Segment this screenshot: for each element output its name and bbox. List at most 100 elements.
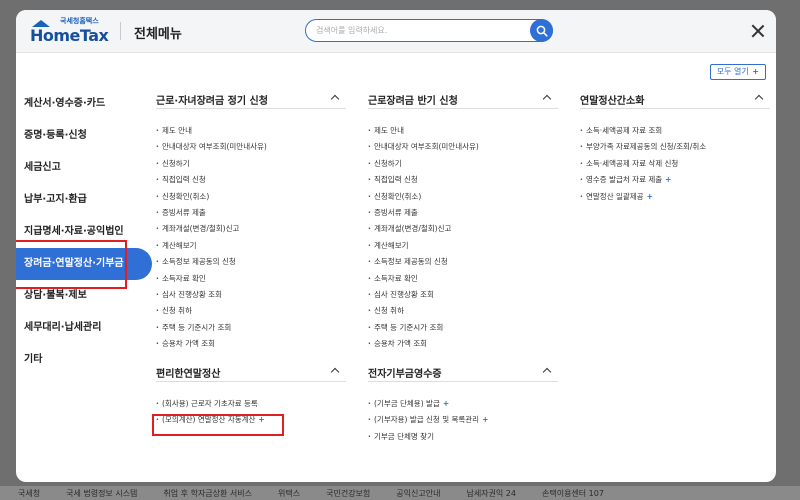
menu-link-label: (모의계산) 연말정산 자동계산 xyxy=(162,415,256,425)
menu-link[interactable]: 제도 안내 xyxy=(368,123,558,140)
footer-item: 취업 후 학자금상환 서비스 xyxy=(163,488,253,498)
plus-icon: + xyxy=(665,175,672,185)
plus-icon: + xyxy=(482,415,489,425)
menu-link[interactable]: (회사용) 근로자 기초자료 등록 xyxy=(156,396,346,413)
footer-item: 국세청 xyxy=(18,488,41,498)
menu-link-label: 영수증 발급처 자료 제출 xyxy=(586,175,663,185)
plus-icon: + xyxy=(646,191,653,201)
menu-link[interactable]: 소득자료 확인 xyxy=(368,271,558,288)
menu-link[interactable]: 부양가족 자료제공동의 신청/조회/취소 xyxy=(580,139,770,156)
header-divider xyxy=(120,22,121,40)
menu-link[interactable]: 직접입력 신청 xyxy=(368,172,558,189)
chevron-up-icon[interactable] xyxy=(542,367,552,377)
page-title: 전체메뉴 xyxy=(134,27,182,42)
menu-link[interactable]: 소득자료 확인 xyxy=(156,271,346,288)
menu-link[interactable]: 증빙서류 제출 xyxy=(156,205,346,222)
menu-link-label: 소득·세액공제 자료 삭제 신청 xyxy=(586,158,679,168)
menu-link[interactable]: 주택 등 기준시가 조회 xyxy=(156,320,346,337)
menu-link-label: 부양가족 자료제공동의 신청/조회/취소 xyxy=(586,142,707,152)
menu-link[interactable]: 승용차 가액 조회 xyxy=(156,336,346,353)
section-easy-yearend: 편리한연말정산 (회사용) 근로자 기초자료 등록 (모의계산) 연말정산 자동… xyxy=(156,363,346,429)
plus-icon: + xyxy=(752,67,759,76)
menu-link[interactable]: 신청확인(취소) xyxy=(368,189,558,206)
menu-link[interactable]: 소득정보 제공동의 신청 xyxy=(368,254,558,271)
section-header[interactable]: 근로장려금 반기 신청 xyxy=(368,90,558,109)
sidebar-item-invoice[interactable]: 계산서·영수증·카드 xyxy=(16,88,146,120)
close-button[interactable] xyxy=(748,21,768,41)
section-title: 근로·자녀장려금 정기 신청 xyxy=(156,96,268,107)
footer-item: 위택스 xyxy=(278,488,301,498)
chevron-up-icon[interactable] xyxy=(330,94,340,104)
menu-link[interactable]: 안내대상자 여부조회(미안내사유) xyxy=(368,139,558,156)
menu-link[interactable]: 신청확인(취소) xyxy=(156,189,346,206)
open-all-button[interactable]: 모두 열기 + xyxy=(709,64,766,80)
full-menu-modal: 국세청홈택스 HomeTax 전체메뉴 모두 열기 + 계산서·영수증·카드 증… xyxy=(16,10,776,482)
menu-link[interactable]: 안내대상자 여부조회(미안내사유) xyxy=(156,139,346,156)
menu-link[interactable]: 계좌개설(변경/철회)신고 xyxy=(156,221,346,238)
menu-link[interactable]: 소득정보 제공동의 신청 xyxy=(156,254,346,271)
logo-text: HomeTax xyxy=(30,26,109,45)
menu-link-label: (기부자용) 발급 신청 및 목록관리 xyxy=(374,415,480,425)
menu-link[interactable]: 직접입력 신청 xyxy=(156,172,346,189)
section-header[interactable]: 전자기부금영수증 xyxy=(368,363,558,382)
chevron-up-icon[interactable] xyxy=(330,367,340,377)
section-yearend-simplified: 연말정산간소화 소득·세액공제 자료 조회 부양가족 자료제공동의 신청/조회/… xyxy=(580,90,770,205)
menu-link-label: (회사용) 근로자 기초자료 등록 xyxy=(162,399,258,408)
chevron-up-icon[interactable] xyxy=(754,94,764,104)
search-button[interactable] xyxy=(530,19,553,42)
background-footer-bar: 국세청 국세 법령정보 시스템 취업 후 학자금상환 서비스 위택스 국민건강보… xyxy=(0,486,800,500)
menu-link[interactable]: 심사 진행상황 조회 xyxy=(156,287,346,304)
menu-link[interactable]: (기부금 단체용) 발급+ xyxy=(368,396,558,413)
menu-link[interactable]: 영수증 발급처 자료 제출+ xyxy=(580,172,770,189)
menu-link-label: (기부금 단체용) 발급 xyxy=(374,399,440,408)
menu-link[interactable]: (기부자용) 발급 신청 및 목록관리+ xyxy=(368,412,558,429)
menu-link[interactable]: 계산해보기 xyxy=(156,238,346,255)
menu-link[interactable]: 신청 취하 xyxy=(368,303,558,320)
footer-item: 손택이용센터 107 xyxy=(541,488,604,498)
open-all-label: 모두 열기 xyxy=(716,67,749,76)
section-title: 연말정산간소화 xyxy=(580,96,645,107)
chevron-up-icon[interactable] xyxy=(542,94,552,104)
section-e-donation-receipt: 전자기부금영수증 (기부금 단체용) 발급+ (기부자용) 발급 신청 및 목록… xyxy=(368,363,558,446)
sidebar-item-tax-agent[interactable]: 세무대리·납세관리 xyxy=(16,312,146,344)
sidebar-item-payment[interactable]: 납부·고지·환급 xyxy=(16,184,146,216)
menu-link[interactable]: 기부금 단체명 찾기 xyxy=(368,429,558,446)
menu-link[interactable]: 계좌개설(변경/철회)신고 xyxy=(368,221,558,238)
menu-link[interactable]: 연말정산 일괄제공+ xyxy=(580,189,770,206)
section-header[interactable]: 연말정산간소화 xyxy=(580,90,770,109)
menu-link[interactable]: 신청하기 xyxy=(368,156,558,173)
search-box xyxy=(305,19,553,42)
section-title: 편리한연말정산 xyxy=(156,369,221,380)
menu-link[interactable]: 계산해보기 xyxy=(368,238,558,255)
menu-link[interactable]: 신청 취하 xyxy=(156,303,346,320)
sidebar: 계산서·영수증·카드 증명·등록·신청 세금신고 납부·고지·환급 지급명세·자… xyxy=(16,88,152,376)
hometax-logo[interactable]: 국세청홈택스 HomeTax xyxy=(30,17,112,45)
section-header[interactable]: 편리한연말정산 xyxy=(156,363,346,382)
menu-link-label: 기부금 단체명 찾기 xyxy=(374,431,434,441)
menu-link-label: 소득·세액공제 자료 조회 xyxy=(586,126,663,135)
search-input[interactable] xyxy=(316,23,516,38)
section-header[interactable]: 근로·자녀장려금 정기 신청 xyxy=(156,90,346,109)
menu-link[interactable]: 승용차 가액 조회 xyxy=(368,336,558,353)
sidebar-item-payment-statement[interactable]: 지급명세·자료·공익법인 xyxy=(16,216,146,248)
sidebar-item-incentive-yearend[interactable]: 장려금·연말정산·기부금 xyxy=(16,240,152,289)
sidebar-item-certificate[interactable]: 증명·등록·신청 xyxy=(16,120,146,152)
menu-link[interactable]: 제도 안내 xyxy=(156,123,346,140)
sidebar-item-consult[interactable]: 상담·불복·제보 xyxy=(16,280,146,312)
menu-link[interactable]: (모의계산) 연말정산 자동계산+ xyxy=(156,412,346,429)
plus-icon: + xyxy=(442,399,450,408)
menu-link[interactable]: 심사 진행상황 조회 xyxy=(368,287,558,304)
footer-item: 국세 법령정보 시스템 xyxy=(66,488,138,498)
sidebar-item-etc[interactable]: 기타 xyxy=(16,344,146,376)
menu-link[interactable]: 주택 등 기준시가 조회 xyxy=(368,320,558,337)
menu-link[interactable]: 신청하기 xyxy=(156,156,346,173)
section-title: 근로장려금 반기 신청 xyxy=(368,96,458,107)
footer-item: 납세자권익 24 xyxy=(466,488,516,498)
plus-icon: + xyxy=(258,415,265,425)
menu-link[interactable]: 소득·세액공제 자료 삭제 신청 xyxy=(580,156,770,173)
search-icon xyxy=(536,25,548,37)
menu-link[interactable]: 증빙서류 제출 xyxy=(368,205,558,222)
menu-link[interactable]: 소득·세액공제 자료 조회 xyxy=(580,123,770,140)
section-regular-incentive: 근로·자녀장려금 정기 신청 제도 안내 안내대상자 여부조회(미안내사유) 신… xyxy=(156,90,346,353)
sidebar-item-tax-return[interactable]: 세금신고 xyxy=(16,152,146,184)
